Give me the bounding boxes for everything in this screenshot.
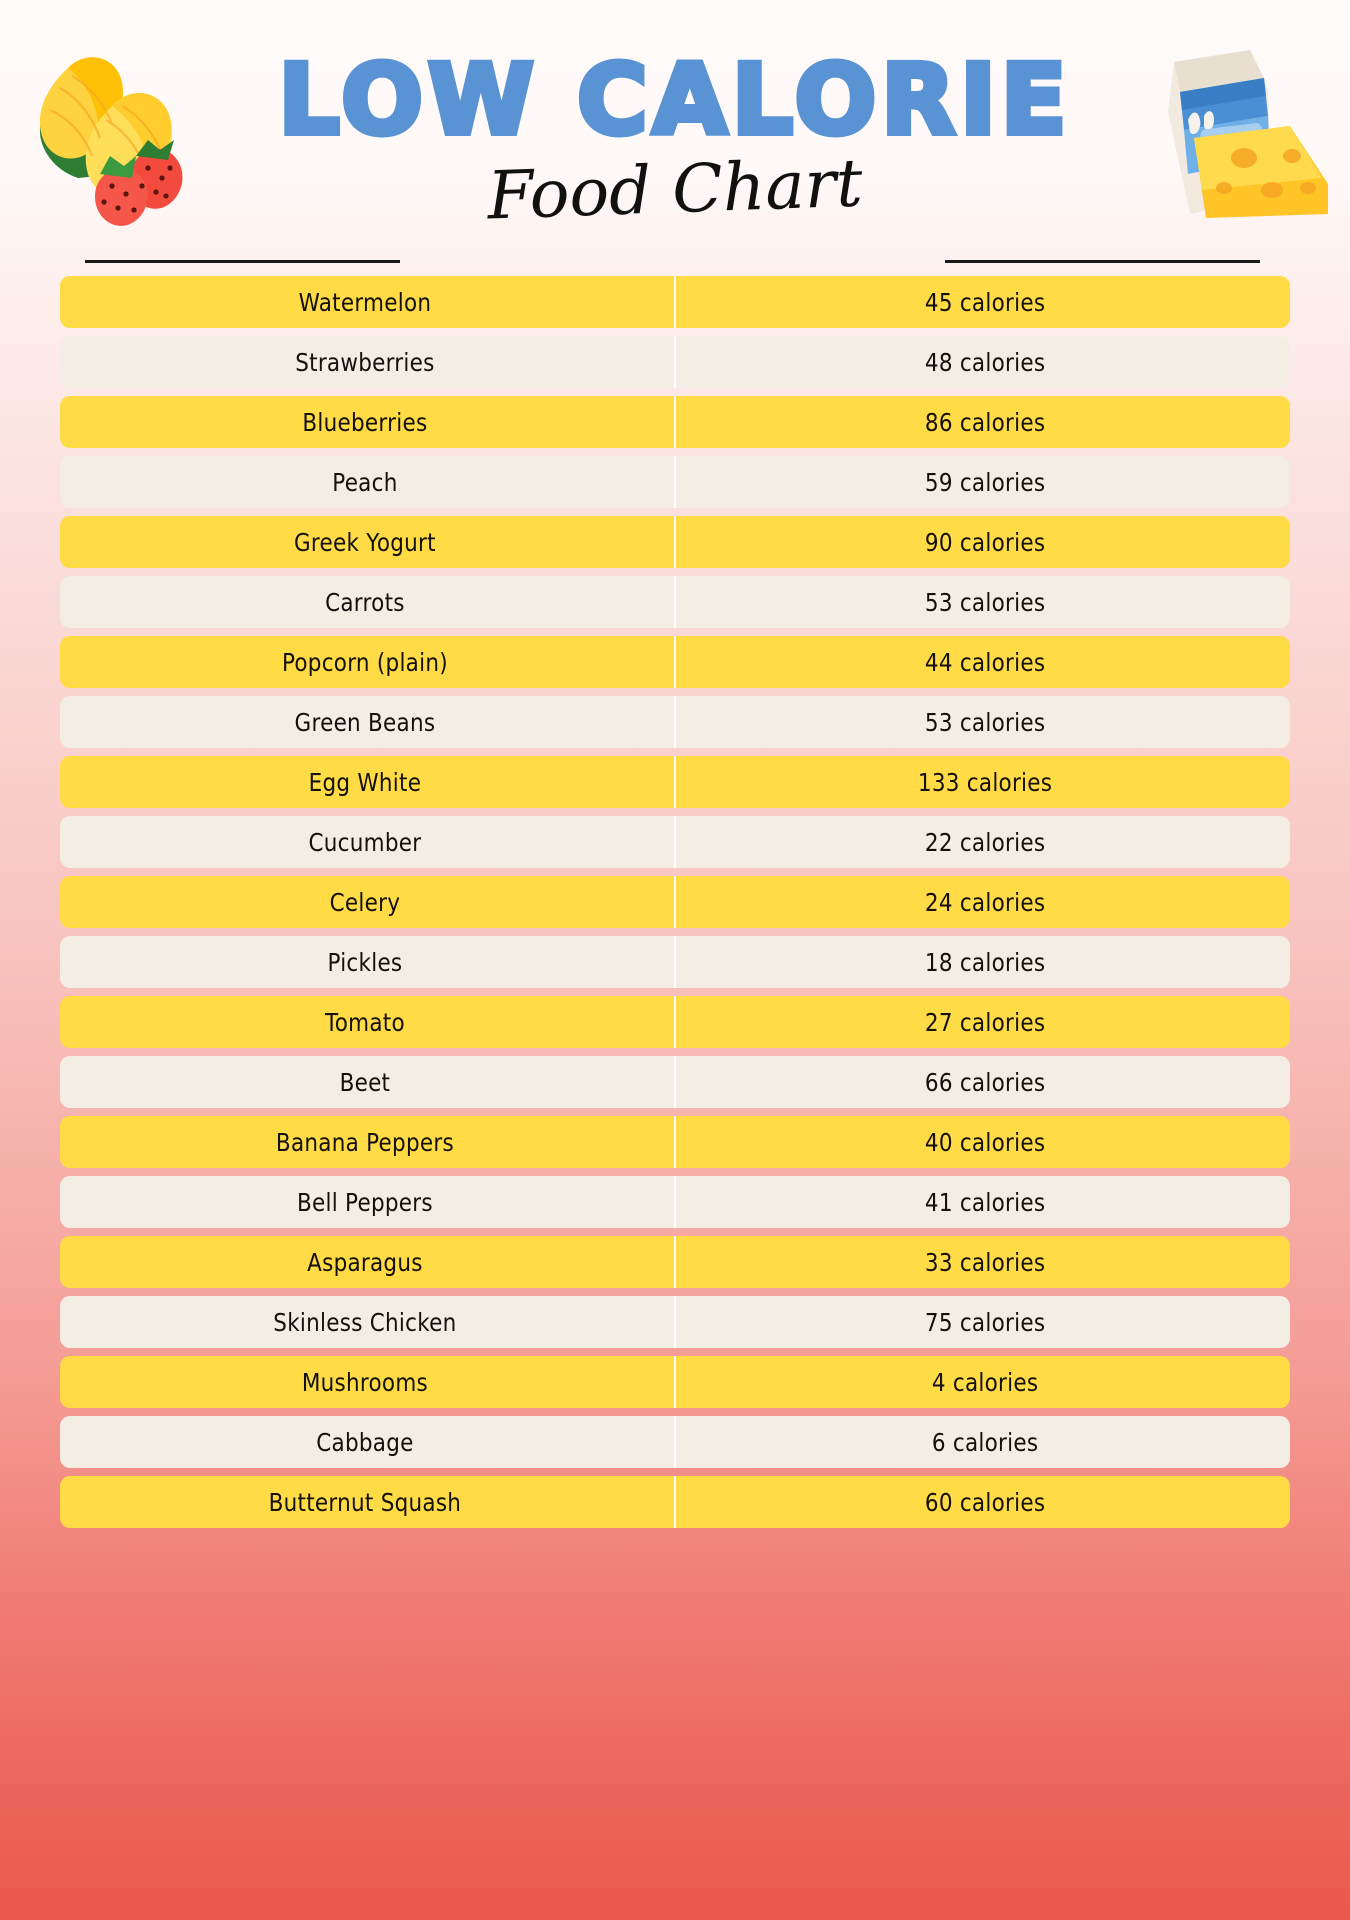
row-column-divider <box>674 816 676 868</box>
food-name-cell: Strawberries <box>295 347 435 377</box>
row-column-divider <box>674 996 676 1048</box>
food-name-cell: Green Beans <box>294 707 436 737</box>
table-row: Butternut Squash 60 calories <box>60 1476 1290 1528</box>
row-column-divider <box>674 1116 676 1168</box>
table-row: Skinless Chicken 75 calories <box>60 1296 1290 1348</box>
food-name-cell: Greek Yogurt <box>293 527 436 557</box>
table-row: Celery 24 calories <box>60 876 1290 928</box>
row-column-divider <box>674 1416 676 1468</box>
table-row: Greek Yogurt 90 calories <box>60 516 1290 568</box>
calories-cell: 75 calories <box>924 1307 1046 1337</box>
row-column-divider <box>674 1176 676 1228</box>
row-column-divider <box>674 336 676 388</box>
row-column-divider <box>674 696 676 748</box>
table-row: Banana Peppers 40 calories <box>60 1116 1290 1168</box>
food-name-cell: Mushrooms <box>301 1367 428 1397</box>
row-column-divider <box>674 1296 676 1348</box>
calories-cell: 27 calories <box>924 1007 1046 1037</box>
table-row: Blueberries 86 calories <box>60 396 1290 448</box>
food-name-cell: Cucumber <box>308 827 422 857</box>
low-calorie-food-chart-poster: MILK LOW CALORIE Food Chart Watermelon 45… <box>0 0 1350 1920</box>
food-name-cell: Tomato <box>324 1007 405 1037</box>
table-row: Carrots 53 calories <box>60 576 1290 628</box>
calories-cell: 22 calories <box>924 827 1046 857</box>
table-row: Cabbage 6 calories <box>60 1416 1290 1468</box>
food-name-cell: Celery <box>329 887 401 917</box>
table-row: Watermelon 45 calories <box>60 276 1290 328</box>
table-row: Green Beans 53 calories <box>60 696 1290 748</box>
table-row: Peach 59 calories <box>60 456 1290 508</box>
row-column-divider <box>674 276 676 328</box>
calories-cell: 44 calories <box>924 647 1046 677</box>
table-row: Strawberries 48 calories <box>60 336 1290 388</box>
food-name-cell: Blueberries <box>302 407 428 437</box>
divider-left <box>85 260 400 263</box>
food-name-cell: Asparagus <box>307 1247 423 1277</box>
calories-cell: 6 calories <box>931 1427 1039 1457</box>
row-column-divider <box>674 876 676 928</box>
row-column-divider <box>674 1476 676 1528</box>
calories-cell: 133 calories <box>917 767 1053 797</box>
row-column-divider <box>674 1056 676 1108</box>
food-name-cell: Watermelon <box>298 287 432 317</box>
row-column-divider <box>674 576 676 628</box>
table-row: Pickles 18 calories <box>60 936 1290 988</box>
table-row: Popcorn (plain) 44 calories <box>60 636 1290 688</box>
food-name-cell: Peach <box>332 467 398 497</box>
row-column-divider <box>674 936 676 988</box>
food-name-cell: Popcorn (plain) <box>281 647 448 677</box>
food-name-cell: Bell Peppers <box>296 1187 433 1217</box>
table-row: Bell Peppers 41 calories <box>60 1176 1290 1228</box>
divider-right <box>945 260 1260 263</box>
calories-cell: 40 calories <box>924 1127 1046 1157</box>
row-column-divider <box>674 636 676 688</box>
row-column-divider <box>674 456 676 508</box>
calories-cell: 90 calories <box>924 527 1046 557</box>
calories-cell: 53 calories <box>924 587 1046 617</box>
row-column-divider <box>674 1356 676 1408</box>
food-name-cell: Cabbage <box>316 1427 414 1457</box>
row-column-divider <box>674 756 676 808</box>
food-name-cell: Banana Peppers <box>275 1127 454 1157</box>
row-column-divider <box>674 516 676 568</box>
table-row: Beet 66 calories <box>60 1056 1290 1108</box>
table-row: Tomato 27 calories <box>60 996 1290 1048</box>
food-calorie-table: Watermelon 45 calories Strawberries 48 calo… <box>60 276 1290 1536</box>
calories-cell: 66 calories <box>924 1067 1046 1097</box>
table-row: Egg White 133 calories <box>60 756 1290 808</box>
calories-cell: 53 calories <box>924 707 1046 737</box>
calories-cell: 24 calories <box>924 887 1046 917</box>
calories-cell: 48 calories <box>924 347 1046 377</box>
food-name-cell: Butternut Squash <box>268 1487 462 1517</box>
table-row: Cucumber 22 calories <box>60 816 1290 868</box>
food-name-cell: Egg White <box>308 767 422 797</box>
calories-cell: 41 calories <box>924 1187 1046 1217</box>
table-row: Mushrooms 4 calories <box>60 1356 1290 1408</box>
calories-cell: 60 calories <box>924 1487 1046 1517</box>
calories-cell: 45 calories <box>924 287 1046 317</box>
calories-cell: 18 calories <box>924 947 1046 977</box>
calories-cell: 86 calories <box>924 407 1046 437</box>
poster-header: MILK LOW CALORIE Food Chart <box>0 0 1350 272</box>
calories-cell: 4 calories <box>931 1367 1039 1397</box>
food-name-cell: Carrots <box>325 587 405 617</box>
row-column-divider <box>674 1236 676 1288</box>
calories-cell: 33 calories <box>924 1247 1046 1277</box>
table-row: Asparagus 33 calories <box>60 1236 1290 1288</box>
calories-cell: 59 calories <box>924 467 1046 497</box>
row-column-divider <box>674 396 676 448</box>
food-name-cell: Pickles <box>327 947 403 977</box>
food-name-cell: Beet <box>339 1067 391 1097</box>
food-name-cell: Skinless Chicken <box>273 1307 457 1337</box>
